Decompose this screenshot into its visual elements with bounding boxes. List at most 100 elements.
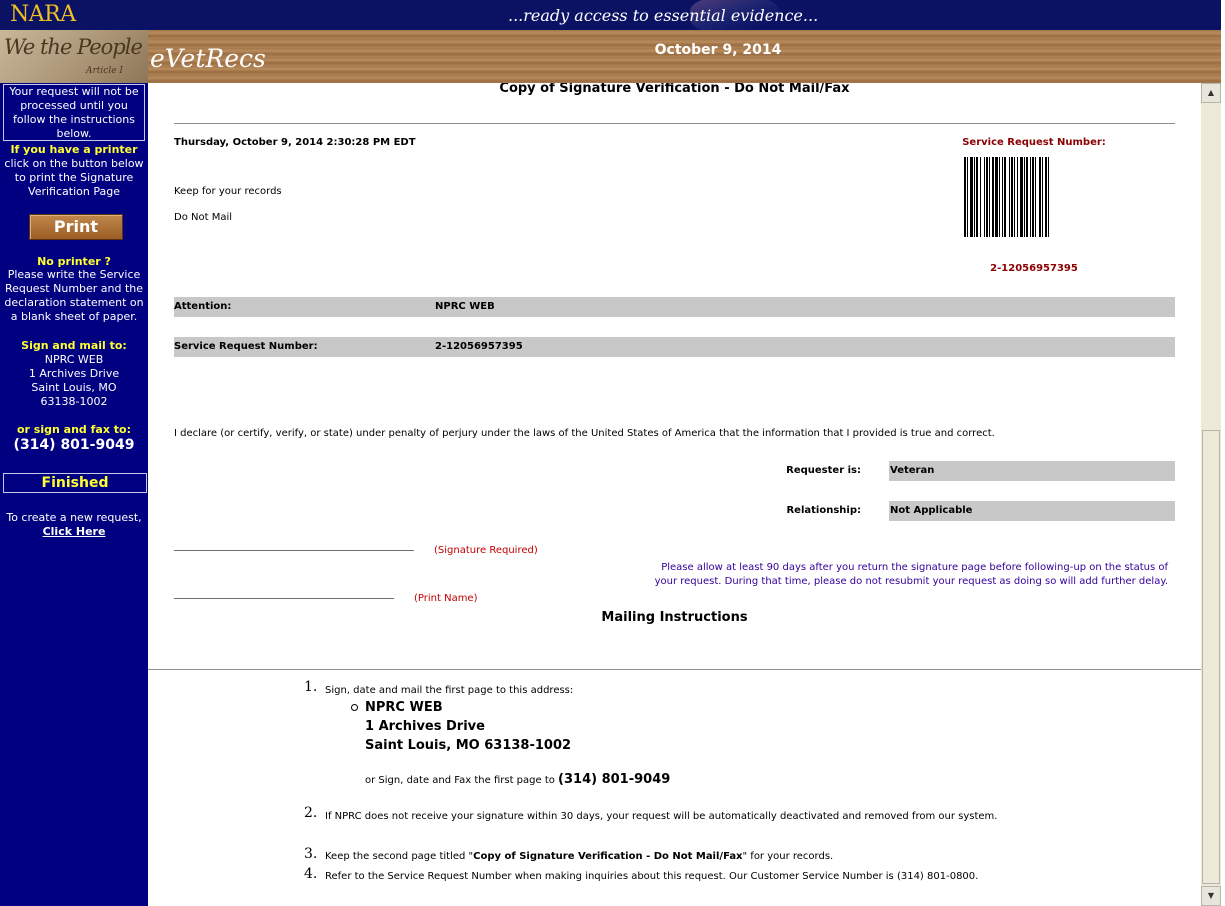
barcode-bar [1032, 157, 1034, 237]
barcode-bar [967, 157, 968, 237]
document-area: Copy of Signature Verification - Do Not … [148, 83, 1201, 906]
requester-label: Requester is: [786, 465, 861, 476]
header-banner: We the People Article I eVetRecs October… [0, 30, 1221, 83]
barcode-bar [995, 157, 998, 237]
barcode-bar [1045, 157, 1047, 237]
scrollbar-thumb[interactable] [1202, 430, 1220, 884]
fax-number-bold: (314) 801-9049 [558, 772, 671, 787]
step-number: 4. [304, 866, 318, 882]
address-line: 1 Archives Drive [365, 719, 485, 734]
finished-label: Finished [3, 473, 147, 493]
barcode-bar [964, 157, 966, 237]
we-the-people-text: We the People [4, 35, 143, 59]
mail-heading: Sign and mail to: [21, 339, 127, 352]
requester-value: Veteran [889, 461, 1175, 481]
barcode-bar [980, 157, 981, 237]
print-button[interactable]: Print [29, 214, 123, 240]
attention-value: NPRC WEB [435, 301, 495, 312]
printer-heading: If you have a printer [10, 143, 138, 156]
service-request-value: 2-12056957395 [990, 263, 1078, 274]
scroll-up-arrow-icon[interactable]: ▲ [1201, 83, 1221, 103]
barcode-bar [999, 157, 1000, 237]
barcode-bar [992, 157, 994, 237]
barcode-bar [976, 157, 978, 237]
srn-value: 2-12056957395 [435, 341, 523, 352]
click-here-link[interactable]: Click Here [0, 525, 148, 538]
barcode-bar [1039, 157, 1041, 237]
step-number: 2. [304, 805, 318, 821]
app-name: eVetRecs [150, 44, 266, 73]
relationship-label: Relationship: [786, 505, 861, 516]
barcode-bar [1026, 157, 1028, 237]
step3-suffix: " for your records. [742, 851, 834, 862]
relationship-value: Not Applicable [889, 501, 1175, 521]
header-date: October 9, 2014 [654, 42, 782, 58]
step-text: Refer to the Service Request Number when… [325, 871, 979, 882]
barcode-bar [1009, 157, 1010, 237]
attention-label: Attention: [174, 301, 232, 312]
allow-note-line: your request. During that time, please d… [654, 576, 1168, 587]
we-the-people-image: We the People Article I [0, 30, 148, 83]
print-name-line [174, 598, 394, 599]
sidebar-notice: Your request will not be processed until… [3, 84, 145, 141]
step-text: Sign, date and mail the first page to th… [325, 685, 574, 696]
keep-records-text: Keep for your records [174, 186, 282, 197]
printer-instructions: click on the button below to print the S… [4, 157, 144, 198]
barcode-bar [1017, 157, 1018, 237]
fax-heading: or sign and fax to: [17, 423, 131, 436]
mail-address-line: 63138-1002 [40, 395, 108, 408]
barcode-bar [986, 157, 988, 237]
window-edge [1221, 0, 1225, 906]
step-number: 3. [304, 846, 318, 862]
barcode-bar [970, 157, 973, 237]
sidebar: Your request will not be processed until… [0, 83, 148, 906]
allow-note-line: Please allow at least 90 days after you … [661, 562, 1168, 573]
tagline: ...ready access to essential evidence... [508, 6, 819, 25]
nara-logo: NARA [10, 2, 76, 27]
barcode-bar [989, 157, 990, 237]
barcode-bar [984, 157, 985, 237]
barcode-bar [1042, 157, 1043, 237]
address-line: NPRC WEB [365, 700, 443, 715]
barcode-bar [1014, 157, 1015, 237]
signature-label: (Signature Required) [434, 545, 538, 556]
no-printer-heading: No printer ? [37, 255, 111, 268]
srn-label: Service Request Number: [174, 341, 318, 352]
barcode-bar [1011, 157, 1013, 237]
srn-row: Service Request Number: 2-12056957395 [174, 337, 1175, 357]
fax-prefix: or Sign, date and Fax the first page to [365, 775, 555, 786]
top-banner: NARA ...ready access to essential eviden… [0, 0, 1221, 30]
fax-instruction: or Sign, date and Fax the first page to … [365, 772, 670, 787]
signature-line [174, 550, 414, 551]
step3-bold: Copy of Signature Verification - Do Not … [473, 851, 743, 862]
mail-address-line: NPRC WEB [44, 353, 104, 366]
divider [148, 669, 1201, 670]
divider [174, 123, 1175, 124]
step3-prefix: Keep the second page titled " [325, 851, 474, 862]
barcode-bar [1002, 157, 1003, 237]
we-the-people-subtext: Article I [86, 66, 123, 76]
barcode-bar [1035, 157, 1036, 237]
step-text: Keep the second page titled "Copy of Sig… [325, 847, 1045, 867]
step-text: If NPRC does not receive your signature … [325, 811, 998, 822]
barcode-bar [1004, 157, 1006, 237]
mail-address: NPRC WEB 1 Archives Drive Saint Louis, M… [0, 353, 148, 409]
service-request-heading: Service Request Number: [962, 137, 1106, 148]
page-title: Copy of Signature Verification - Do Not … [499, 83, 850, 96]
circle-bullet-icon [351, 704, 358, 711]
mailing-instructions-heading: Mailing Instructions [601, 610, 748, 625]
vertical-scrollbar[interactable]: ▲ ▼ [1201, 83, 1221, 906]
allow-days-note: Please allow at least 90 days after you … [588, 561, 1168, 589]
attention-row: Attention: NPRC WEB [174, 297, 1175, 317]
print-name-label: (Print Name) [414, 593, 478, 604]
timestamp: Thursday, October 9, 2014 2:30:28 PM EDT [174, 137, 416, 148]
barcode [964, 157, 1100, 237]
scroll-down-arrow-icon[interactable]: ▼ [1201, 886, 1221, 906]
mail-address-line: 1 Archives Drive [28, 367, 120, 380]
step-number: 1. [304, 679, 318, 695]
declaration-statement: I declare (or certify, verify, or state)… [174, 428, 995, 439]
barcode-bar [974, 157, 975, 237]
fax-number: (314) 801-9049 [13, 437, 135, 453]
barcode-bar [1020, 157, 1023, 237]
address-line: Saint Louis, MO 63138-1002 [365, 738, 572, 753]
